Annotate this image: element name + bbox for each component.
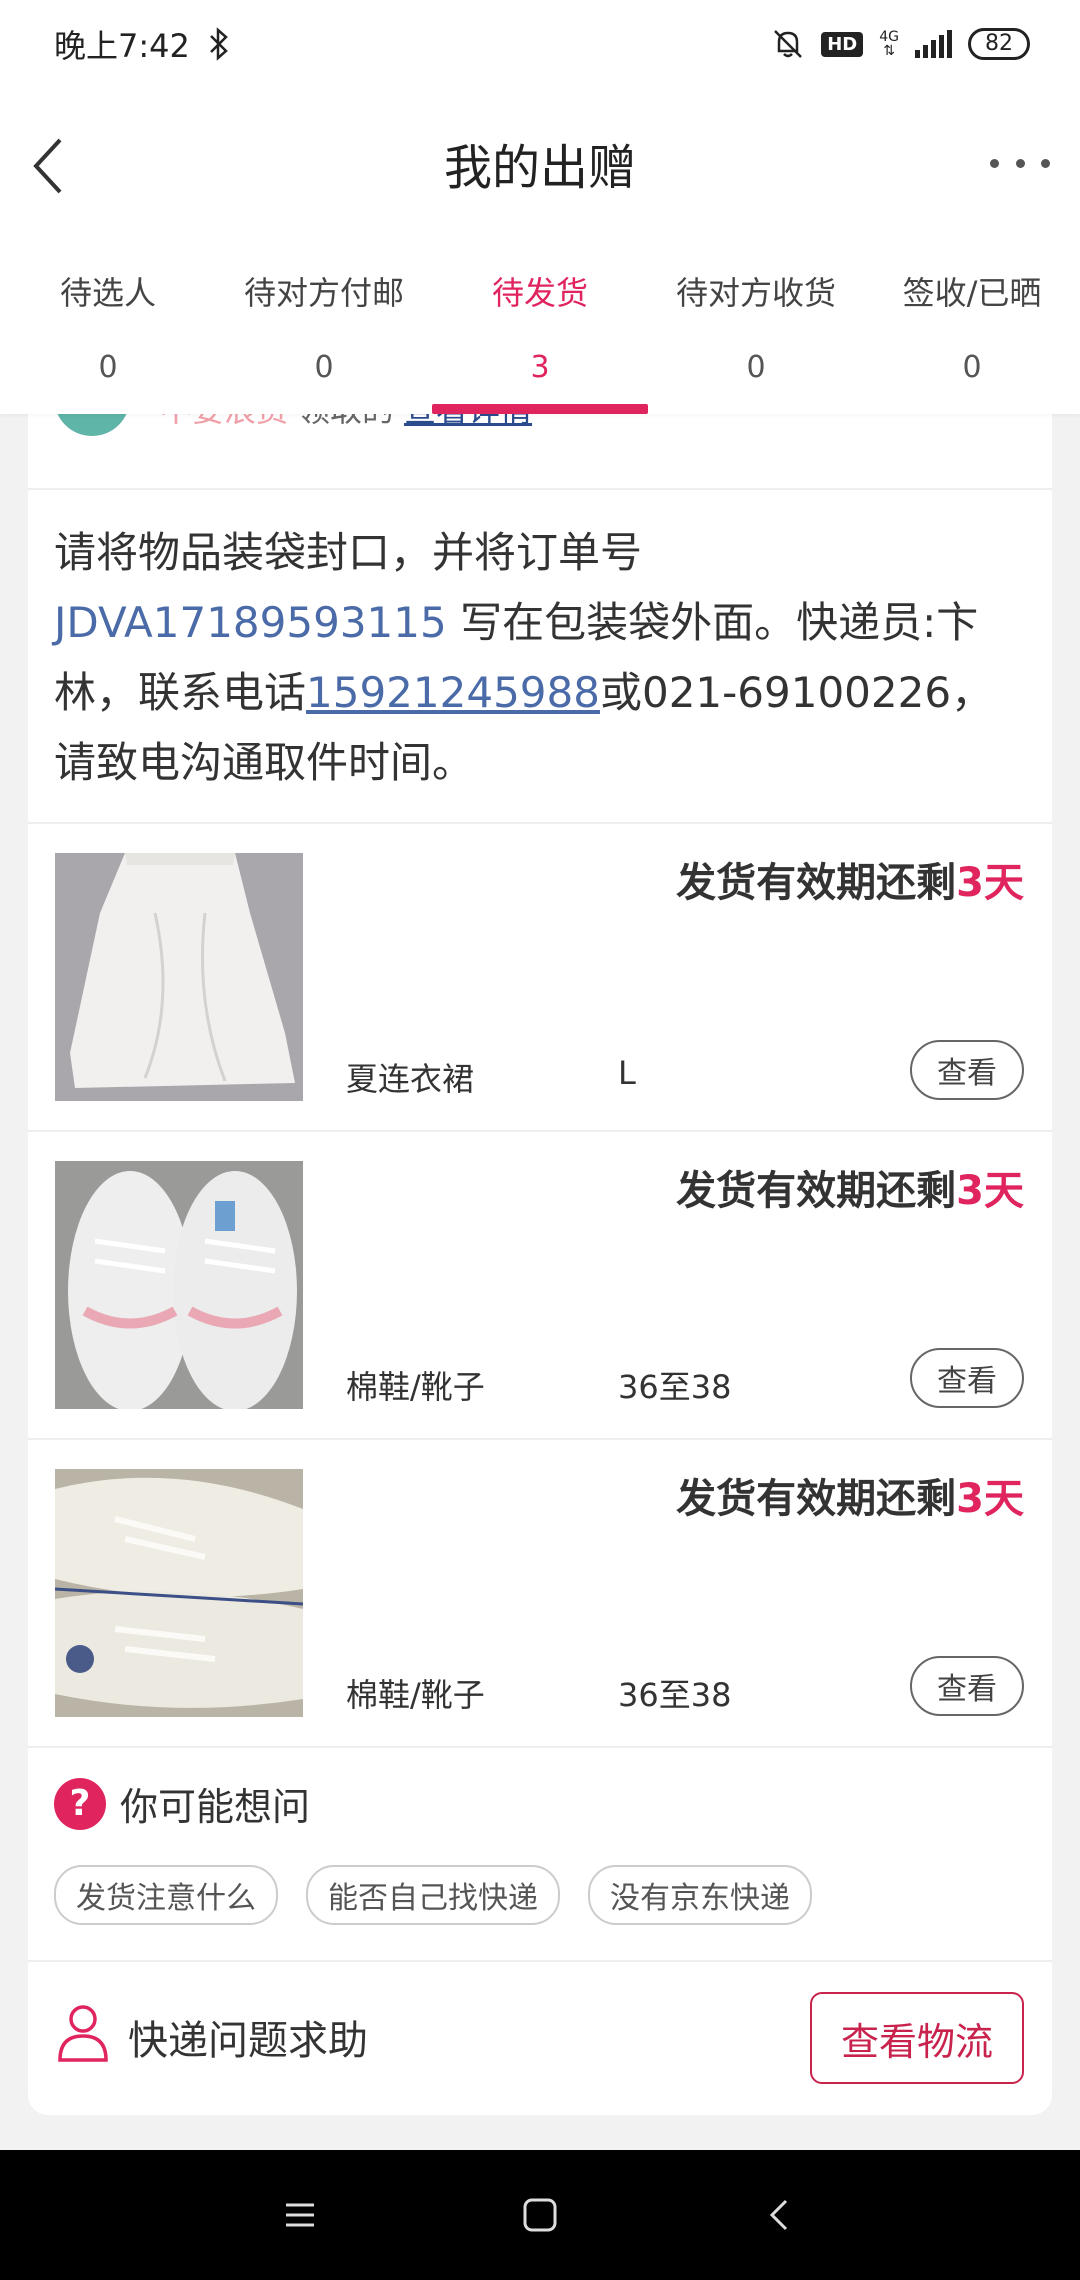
hd-badge: HD — [821, 31, 864, 57]
status-bar: 晚上7:42 HD 4G ⇅ 82 — [0, 0, 1080, 88]
ship-deadline: 发货有效期还剩3天 — [676, 1168, 1024, 1214]
item-size: L — [618, 1054, 636, 1092]
item-thumbnail-sneakers[interactable] — [55, 1161, 303, 1409]
faq-section: ? 你可能想问 发货注意什么 能否自己找快递 没有京东快递 — [28, 1748, 1052, 1962]
courier-help-row: 快递问题求助 查看物流 — [28, 1962, 1052, 2110]
faq-chip-shipping-notes[interactable]: 发货注意什么 — [54, 1865, 278, 1925]
item-name: 棉鞋/靴子 — [346, 1676, 485, 1714]
item-name: 棉鞋/靴子 — [346, 1368, 485, 1406]
order-card: 不要浪费领取的查看详情 请将物品装袋封口，并将订单号 JDVA171895931… — [28, 380, 1052, 2115]
status-tabs: 待选人 0 待对方付邮 0 待发货 3 待对方收货 0 签收/已晒 0 — [0, 238, 1080, 414]
item-name: 夏连衣裙 — [346, 1060, 475, 1098]
courier-phone-link[interactable]: 15921245988 — [306, 668, 600, 717]
shipping-notice: 请将物品装袋封口，并将订单号 JDVA17189593115 写在包装袋外面。快… — [28, 490, 1052, 824]
question-icon: ? — [54, 1777, 106, 1830]
back-arrow-icon[interactable] — [20, 128, 90, 198]
tab-received[interactable]: 签收/已晒 0 — [864, 238, 1080, 414]
item-thumbnail-dress[interactable] — [55, 853, 303, 1101]
status-time: 晚上7:42 — [54, 27, 190, 65]
tab-pending-select[interactable]: 待选人 0 — [0, 238, 216, 414]
home-icon[interactable] — [520, 2195, 560, 2235]
faq-chip-no-jd-courier[interactable]: 没有京东快递 — [588, 1865, 812, 1925]
mute-bell-icon — [774, 30, 803, 58]
order-number: JDVA17189593115 — [54, 598, 447, 647]
list-item: 发货有效期还剩3天 棉鞋/靴子 36至38 查看 — [28, 1132, 1052, 1440]
item-size: 36至38 — [618, 1676, 732, 1714]
faq-title: 你可能想问 — [120, 1785, 311, 1829]
more-options-icon[interactable] — [990, 138, 1050, 188]
view-item-button[interactable]: 查看 — [910, 1040, 1024, 1100]
app-bar: 我的出赠 — [0, 88, 1080, 238]
list-item: 发货有效期还剩3天 棉鞋/靴子 36至38 查看 — [28, 1440, 1052, 1748]
ship-deadline: 发货有效期还剩3天 — [676, 1476, 1024, 1522]
menu-icon[interactable] — [280, 2195, 320, 2235]
tab-pending-postage[interactable]: 待对方付邮 0 — [216, 238, 432, 414]
view-logistics-button[interactable]: 查看物流 — [810, 1992, 1024, 2084]
battery-icon: 82 — [968, 28, 1030, 60]
tab-pending-receipt[interactable]: 待对方收货 0 — [648, 238, 864, 414]
bluetooth-icon — [209, 27, 228, 61]
item-size: 36至38 — [618, 1368, 732, 1406]
person-icon — [58, 2005, 108, 2062]
ship-deadline: 发货有效期还剩3天 — [676, 860, 1024, 906]
tab-pending-shipment[interactable]: 待发货 3 — [432, 238, 648, 414]
faq-chip-own-courier[interactable]: 能否自己找快递 — [306, 1865, 560, 1925]
page-title: 我的出赠 — [443, 140, 636, 196]
list-item: 发货有效期还剩3天 夏连衣裙 L 查看 — [28, 824, 1052, 1132]
active-tab-indicator — [432, 404, 648, 414]
back-icon[interactable] — [760, 2195, 800, 2235]
view-item-button[interactable]: 查看 — [910, 1348, 1024, 1408]
system-nav-bar — [0, 2150, 1080, 2280]
item-thumbnail-canvas-shoes[interactable] — [55, 1469, 303, 1717]
signal-icon — [915, 30, 952, 58]
view-item-button[interactable]: 查看 — [910, 1656, 1024, 1716]
network-indicator: 4G ⇅ — [879, 29, 899, 59]
courier-help-label[interactable]: 快递问题求助 — [128, 2008, 368, 2066]
